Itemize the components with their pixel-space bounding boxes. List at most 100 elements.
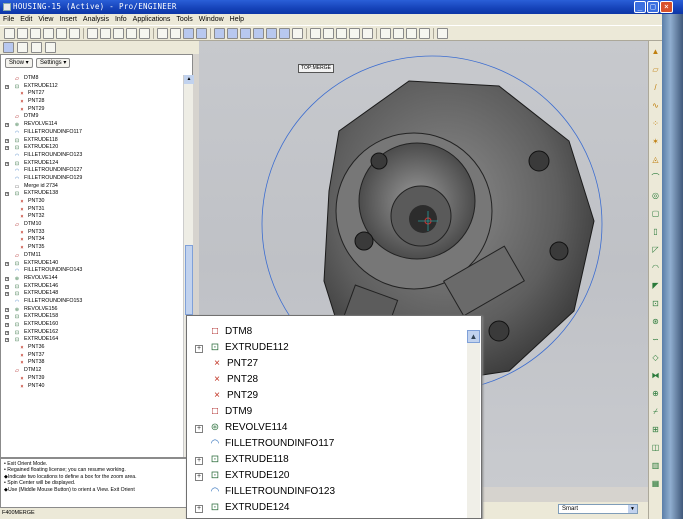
sketch-curve-icon[interactable]: ∿ [651, 101, 660, 110]
tree-item[interactable]: × PNT29 [4, 106, 182, 114]
shell-icon[interactable]: ▢ [651, 209, 660, 218]
menu-window[interactable]: Window [199, 14, 224, 25]
expand-icon[interactable]: + [5, 84, 9, 89]
inset-tree-item[interactable]: □ DTM9 [187, 404, 457, 420]
tree-item[interactable]: + ⊡ EXTRUDE124 [4, 160, 182, 168]
expand-icon[interactable]: + [5, 146, 9, 151]
no-hidden-icon[interactable] [349, 28, 360, 39]
datum-axes-icon[interactable] [393, 28, 404, 39]
mirror-icon[interactable]: ⧓ [651, 371, 660, 380]
blend-icon[interactable]: ◇ [651, 353, 660, 362]
tree-item[interactable]: + ⊡ EXTRUDE138 [4, 190, 182, 198]
hole-icon[interactable]: ◎ [651, 191, 660, 200]
favorites-tab-icon[interactable] [31, 42, 42, 53]
menu-analysis[interactable]: Analysis [83, 14, 109, 25]
expand-icon[interactable]: + [5, 192, 9, 197]
tree-item[interactable]: + ⊛ REVOLVE144 [4, 275, 182, 283]
tree-item[interactable]: + ⊡ EXTRUDE160 [4, 321, 182, 329]
datum-plane-icon[interactable]: ▱ [651, 65, 660, 74]
tree-item[interactable]: × PNT30 [4, 198, 182, 206]
selection-filter-select[interactable]: Smart ▼ [558, 504, 638, 514]
menu-edit[interactable]: Edit [20, 14, 32, 25]
print-icon[interactable] [43, 28, 54, 39]
close-button[interactable]: × [660, 1, 673, 13]
inset-tree-item[interactable]: × PNT29 [187, 388, 457, 404]
tree-item[interactable]: ▱ DTM8 [4, 75, 182, 83]
saved-views-icon[interactable] [279, 28, 290, 39]
inset-tree-item[interactable]: × PNT28 [187, 372, 457, 388]
expand-icon[interactable]: + [195, 473, 203, 481]
expand-icon[interactable]: + [5, 338, 9, 343]
analysis-icon[interactable]: ◬ [651, 155, 660, 164]
inset-tree-item[interactable]: + ⊡ EXTRUDE118 [187, 452, 457, 468]
pattern-icon[interactable]: ⊞ [651, 425, 660, 434]
inset-tree-item[interactable]: ◠ FILLETROUNDINFO123 [187, 484, 457, 500]
revolve-icon[interactable]: ⊛ [651, 317, 660, 326]
inset-tree-item[interactable]: □ DTM8 [187, 324, 457, 340]
datum-point-icon[interactable]: ⁘ [651, 119, 660, 128]
tree-item[interactable]: × PNT35 [4, 244, 182, 252]
paste-icon[interactable] [139, 28, 150, 39]
expand-icon[interactable]: + [5, 307, 9, 312]
inset-tree-item[interactable]: + ⊛ REVOLVE114 [187, 420, 457, 436]
expand-icon[interactable]: + [5, 323, 9, 327]
inset-tree-item[interactable]: + ⊡ EXTRUDE112 [187, 340, 457, 356]
show-button[interactable]: Show ▾ [5, 58, 33, 68]
new-file-icon[interactable] [4, 28, 15, 39]
tree-item[interactable]: × PNT37 [4, 352, 182, 360]
zoom-in-icon[interactable] [227, 28, 238, 39]
redo-icon[interactable] [100, 28, 111, 39]
tree-item[interactable]: × PNT38 [4, 359, 182, 367]
spin-center-icon[interactable] [214, 28, 225, 39]
shading-icon[interactable] [362, 28, 373, 39]
settings-button[interactable]: Settings ▾ [36, 58, 71, 68]
tree-item[interactable]: ▱ DTM9 [4, 113, 182, 121]
expand-icon[interactable]: + [5, 161, 9, 166]
tree-item[interactable]: × PNT31 [4, 206, 182, 214]
print-preview-icon[interactable] [56, 28, 67, 39]
tree-item[interactable]: × PNT40 [4, 383, 182, 391]
tree-item[interactable]: × PNT33 [4, 229, 182, 237]
tree-item[interactable]: × PNT39 [4, 375, 182, 383]
tree-item[interactable]: × PNT32 [4, 213, 182, 221]
save-icon[interactable] [30, 28, 41, 39]
minimize-button[interactable]: _ [634, 1, 646, 13]
hidden-line-icon[interactable] [336, 28, 347, 39]
expand-icon[interactable]: + [5, 261, 9, 266]
tree-item[interactable]: ◠ FILLETROUNDINFO153 [4, 298, 182, 306]
expand-icon[interactable]: + [195, 505, 203, 513]
thicken-icon[interactable]: ▥ [651, 461, 660, 470]
regenerate-icon[interactable] [157, 28, 168, 39]
repaint-icon[interactable] [196, 28, 207, 39]
scroll-thumb[interactable] [185, 245, 193, 315]
inset-scrollbar[interactable]: ▲ [467, 330, 480, 518]
expand-icon[interactable]: + [5, 276, 9, 281]
tree-item[interactable]: ◠ FILLETROUNDINFO143 [4, 267, 182, 275]
chevron-down-icon[interactable]: ▼ [628, 505, 637, 513]
tree-item[interactable]: ◠ FILLETROUNDINFO123 [4, 152, 182, 160]
menu-insert[interactable]: Insert [59, 14, 77, 25]
tree-item[interactable]: ◠ FILLETROUNDINFO117 [4, 129, 182, 137]
menu-tools[interactable]: Tools [176, 14, 192, 25]
tree-item[interactable]: ◠ FILLETROUNDINFO127 [4, 167, 182, 175]
coordinate-system-icon[interactable]: ✶ [651, 137, 660, 146]
tree-item[interactable]: × PNT36 [4, 344, 182, 352]
datum-axis-icon[interactable]: / [651, 83, 660, 92]
expand-icon[interactable]: + [195, 345, 203, 353]
expand-icon[interactable]: + [195, 425, 203, 433]
undo-icon[interactable] [87, 28, 98, 39]
scroll-up-arrow-icon[interactable]: ▲ [184, 75, 194, 84]
cut-icon[interactable] [113, 28, 124, 39]
rib-icon[interactable]: ▯ [651, 227, 660, 236]
datum-planes-icon[interactable] [380, 28, 391, 39]
tree-item[interactable]: + ⊡ EXTRUDE140 [4, 260, 182, 268]
zoom-out-icon[interactable] [240, 28, 251, 39]
orient-icon[interactable] [266, 28, 277, 39]
tree-item[interactable]: + ⊛ REVOLVE156 [4, 306, 182, 314]
tree-item[interactable]: ▱ DTM10 [4, 221, 182, 229]
expand-icon[interactable]: + [5, 292, 9, 297]
extrude-icon[interactable]: ⊡ [651, 299, 660, 308]
wireframe-icon[interactable] [323, 28, 334, 39]
tree-item[interactable]: ▱ DTM11 [4, 252, 182, 260]
tree-item[interactable]: + ⊡ EXTRUDE146 [4, 283, 182, 291]
